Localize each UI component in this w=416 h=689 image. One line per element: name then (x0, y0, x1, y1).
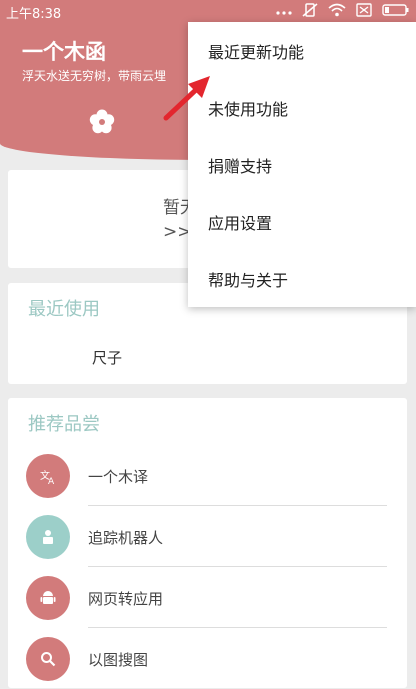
sim-icon (356, 3, 372, 21)
more-dots-icon (276, 5, 292, 20)
annotation-arrow-icon (160, 72, 220, 122)
android-icon (26, 576, 70, 620)
wifi-icon (328, 3, 346, 21)
recommend-card: 推荐品尝 文A 一个木译 追踪机器人 网页转应用 以图搜图 (8, 398, 407, 688)
menu-item-recent-updates[interactable]: 最近更新功能 (188, 22, 416, 79)
recent-item[interactable]: 尺子 (92, 347, 122, 368)
menu-item-label: 帮助与关于 (208, 271, 289, 290)
status-time: 上午8:38 (6, 7, 62, 22)
list-item-translate[interactable]: 文A 一个木译 (8, 446, 407, 506)
menu-item-label: 应用设置 (208, 214, 273, 233)
list-item-image-search[interactable]: 以图搜图 (8, 629, 407, 689)
list-item-label: 网页转应用 (88, 590, 164, 608)
svg-text:A: A (48, 477, 55, 486)
divider (88, 627, 387, 628)
menu-item-unused[interactable]: 未使用功能 (188, 79, 416, 136)
divider (88, 505, 387, 506)
battery-icon (382, 3, 410, 21)
list-item-web-to-app[interactable]: 网页转应用 (8, 568, 407, 628)
recommend-title: 推荐品尝 (28, 414, 100, 435)
translate-icon: 文A (26, 454, 70, 498)
menu-item-label: 未使用功能 (208, 100, 289, 119)
app-subtitle: 浮天水送无穷树，带雨云埋 (22, 69, 167, 83)
menu-item-donate[interactable]: 捐赠支持 (188, 136, 416, 193)
vibrate-icon (302, 3, 318, 21)
status-icons (276, 3, 410, 21)
list-item-robot[interactable]: 追踪机器人 (8, 507, 407, 567)
status-bar: 上午8:38 (0, 0, 416, 22)
search-icon (26, 637, 70, 681)
list-item-label: 以图搜图 (88, 651, 149, 669)
list-item-label: 一个木译 (88, 468, 149, 486)
divider (88, 566, 387, 567)
menu-item-help-about[interactable]: 帮助与关于 (188, 250, 416, 307)
menu-item-settings[interactable]: 应用设置 (188, 193, 416, 250)
menu-item-label: 捐赠支持 (208, 157, 273, 176)
list-item-label: 追踪机器人 (88, 529, 164, 547)
recent-title: 最近使用 (28, 299, 100, 320)
overflow-menu: 最近更新功能 未使用功能 捐赠支持 应用设置 帮助与关于 (188, 22, 416, 307)
app-title: 一个木函 (22, 40, 106, 64)
menu-item-label: 最近更新功能 (208, 43, 305, 62)
robot-person-icon (26, 515, 70, 559)
flower-icon[interactable] (88, 108, 116, 136)
